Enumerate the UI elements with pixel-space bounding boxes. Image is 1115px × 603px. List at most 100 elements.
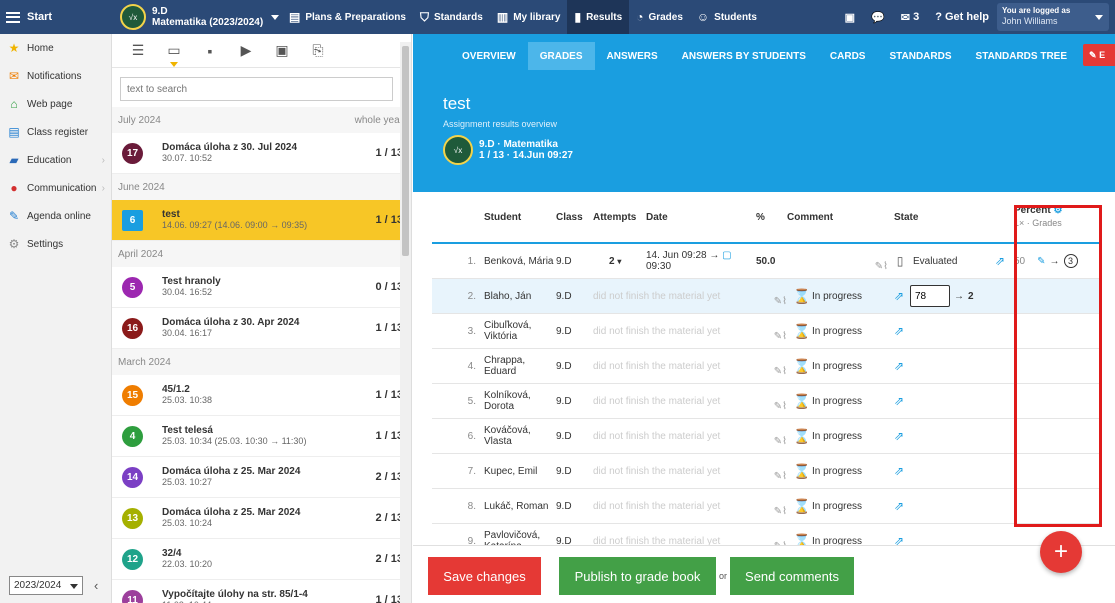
tab-standards[interactable]: STANDARDS [877, 42, 963, 70]
sidebar-item-settings[interactable]: ⚙ Settings [0, 230, 111, 258]
external-link-icon[interactable]: ⇗ [894, 464, 904, 478]
state-cell: ⌛ In progress ⇗ [793, 393, 908, 410]
nav-plans-label: Plans & Preparations [305, 11, 406, 23]
save-changes-button[interactable]: Save changes [428, 557, 541, 595]
tab-answers[interactable]: ANSWERS [595, 42, 670, 70]
list-item[interactable]: 11Vypočítajte úlohy na str. 85/1-411.03.… [112, 580, 411, 603]
header-percent[interactable]: % [756, 212, 787, 223]
sidebar-item-web-page[interactable]: ⌂ Web page [0, 90, 111, 118]
scrollbar-thumb[interactable] [402, 46, 409, 256]
class-avatar: √x [443, 135, 473, 165]
list-item[interactable]: 6 test 14.06. 09:27 (14.06. 09:00 → 09:35)… [112, 200, 411, 241]
item-title: Test telesá [162, 425, 213, 436]
present-button[interactable]: ▣ [837, 11, 863, 24]
action-bar: Save changes Publish to grade book or Se… [413, 545, 1115, 603]
table-body: 1. Benková, Mária 9.D 2 ▾ 14. Jun 09:28 … [432, 244, 1102, 548]
nav-results[interactable]: ▮ Results [567, 0, 630, 34]
user-menu[interactable]: You are logged as John Williams [997, 3, 1109, 31]
item-title: 45/1.2 [162, 384, 190, 395]
tab-cards[interactable]: CARDS [818, 42, 878, 70]
nav-grades[interactable]: ◔ Grades [629, 0, 690, 34]
class-subject: Matematika (2023/2024) [152, 17, 264, 28]
attempts-select[interactable]: 2 ▾ [593, 256, 646, 267]
pencil-clip-icon[interactable]: ✎⌇ [774, 366, 787, 377]
screen-icon: ▣ [275, 42, 289, 58]
group-header-label: June 2024 [118, 181, 165, 193]
nav-my-library[interactable]: ▥ My library [490, 0, 568, 34]
tab-grades[interactable]: GRADES [527, 42, 595, 70]
grade-percent-input[interactable] [910, 285, 950, 307]
header-attempts[interactable]: Attempts [593, 212, 646, 223]
sidebar-item-education[interactable]: ▰ Education › [0, 146, 111, 174]
list-tabs: ☰ ▭ ▪ ▶ ▣ ⎘ [112, 34, 411, 68]
tab-assignments[interactable]: ▭ [156, 42, 192, 67]
nav-plans[interactable]: ▤ Plans & Preparations [282, 0, 413, 34]
tab-book[interactable]: ⎘ [300, 42, 336, 59]
list-item[interactable]: 4 Test telesá 25.03. 10:34 (25.03. 10:30 →… [112, 416, 411, 457]
external-link-icon[interactable]: ⇗ [894, 359, 904, 373]
external-link-icon[interactable]: ⇗ [894, 429, 904, 443]
list-item[interactable]: 13 Domáca úloha z 25. Mar 2024 25.03. 10:2… [112, 498, 411, 539]
pencil-clip-icon[interactable]: ✎⌇ [774, 436, 787, 447]
collapse-sidebar-button[interactable]: ‹ [94, 578, 98, 593]
pencil-clip-icon[interactable]: ✎⌇ [774, 506, 787, 517]
list-item[interactable]: 12 32/4 22.03. 10:20 2 / 13 [112, 539, 411, 580]
nav-students[interactable]: ☺ Students [690, 0, 764, 34]
external-link-icon[interactable]: ⇗ [894, 499, 904, 513]
header-date[interactable]: Date [646, 212, 756, 223]
tab-tests[interactable]: ▪ [192, 43, 228, 59]
nav-standards[interactable]: ⛉ Standards [413, 0, 490, 34]
tab-screen[interactable]: ▣ [264, 42, 300, 59]
year-select[interactable]: 2023/2024 [9, 576, 83, 595]
list-item[interactable]: 5 Test hranoly 30.04. 16:52 0 / 13 [112, 267, 411, 308]
send-comments-button[interactable]: Send comments [730, 557, 854, 595]
header-state[interactable]: State [894, 212, 1009, 223]
period-filter[interactable]: whole year [355, 115, 403, 126]
start-menu-button[interactable]: Start [0, 11, 112, 23]
list-item[interactable]: 17 Domáca úloha z 30. Jul 2024 30.07. 10:5… [112, 133, 411, 174]
external-link-icon[interactable]: ⇗ [894, 324, 904, 338]
class-selector[interactable]: √x 9.D Matematika (2023/2024) [112, 0, 282, 34]
pencil-clip-icon[interactable]: ✎⌇ [875, 261, 888, 272]
pencil-clip-icon[interactable]: ✎⌇ [774, 296, 787, 307]
list-item[interactable]: 15 45/1.2 25.03. 10:38 1 / 13 [112, 375, 411, 416]
tab-all[interactable]: ☰ [120, 42, 156, 59]
clipboard-icon: ▪ [207, 42, 213, 59]
external-link-icon[interactable]: ⇗ [894, 394, 904, 408]
tab-videos[interactable]: ▶ [228, 42, 264, 59]
list-scrollbar[interactable] [400, 42, 411, 603]
item-title: Domáca úloha z 25. Mar 2024 [162, 466, 301, 477]
external-link-icon[interactable]: ⇗ [894, 289, 904, 303]
external-link-icon[interactable]: ⇗ [995, 254, 1005, 268]
publish-button[interactable]: Publish to grade book [559, 557, 716, 595]
add-button[interactable]: + [1040, 531, 1082, 573]
tab-overview[interactable]: OVERVIEW [450, 42, 528, 70]
pen-icon: ✎ [1089, 49, 1097, 60]
grades-icon: ◔ [636, 10, 644, 24]
list-item[interactable]: 16 Domáca úloha z 30. Apr 2024 30.04. 16:1… [112, 308, 411, 349]
grade-result: 2 [968, 290, 974, 302]
header-student[interactable]: Student [484, 212, 556, 223]
tab-answers-by-students[interactable]: ANSWERS BY STUDENTS [670, 42, 818, 70]
chat-button[interactable]: 💬 [863, 11, 893, 24]
sidebar-item-label: Web page [27, 98, 73, 110]
item-count: 2 / 13 [375, 553, 403, 565]
calendar-icon: ▢ [722, 250, 732, 261]
messages-button[interactable]: ✉ 3 [893, 11, 927, 24]
student-name: Cibuľková, Viktória [484, 320, 532, 342]
pencil-clip-icon[interactable]: ✎⌇ [774, 401, 787, 412]
sidebar-item-class-register[interactable]: ▤ Class register [0, 118, 111, 146]
edit-button[interactable]: ✎ E [1083, 44, 1115, 66]
tab-standards-tree[interactable]: STANDARDS TREE [964, 42, 1079, 70]
sidebar-item-home[interactable]: ★ Home [0, 34, 111, 62]
list-item[interactable]: 14 Domáca úloha z 25. Mar 2024 25.03. 10:2… [112, 457, 411, 498]
sidebar-item-agenda[interactable]: ✎ Agenda online [0, 202, 111, 230]
pencil-clip-icon[interactable]: ✎⌇ [774, 471, 787, 482]
help-button[interactable]: ? Get help [927, 11, 997, 23]
pencil-clip-icon[interactable]: ✎⌇ [774, 331, 787, 342]
sidebar-item-communication[interactable]: ● Communication › [0, 174, 111, 202]
header-comment[interactable]: Comment [787, 212, 894, 223]
search-input[interactable] [120, 77, 393, 101]
sidebar-item-notifications[interactable]: ✉ Notifications [0, 62, 111, 90]
header-class[interactable]: Class [556, 212, 593, 223]
